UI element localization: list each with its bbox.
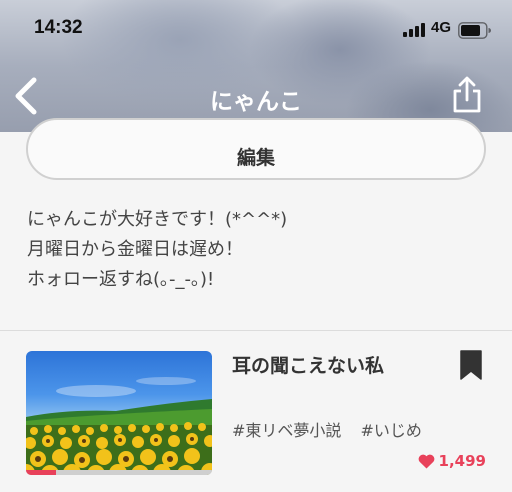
like-count-value: 1,499 <box>438 452 486 470</box>
edit-profile-button[interactable]: 編集 <box>26 118 486 180</box>
status-time: 14:32 <box>34 17 83 38</box>
story-thumbnail[interactable] <box>26 351 212 475</box>
bio-line: にゃんこが大好きです！(*^^*) <box>27 209 288 230</box>
profile-bio: にゃんこが大好きです！(*^^*) 月曜日から金曜日は遅め！ ホォロー返すね(｡… <box>27 205 287 295</box>
story-title[interactable]: 耳の聞こえない私 <box>232 351 384 378</box>
blurred-header: 14:32 4G にゃんこ <box>0 0 512 132</box>
tag-link[interactable]: #東リベ夢小説 <box>232 421 341 440</box>
story-tags: #東リベ夢小説 #いじめ <box>232 417 436 441</box>
share-icon[interactable] <box>450 76 484 114</box>
sunflower-field-image <box>26 377 212 475</box>
bio-line: 月曜日から金曜日は遅め！ <box>27 239 243 260</box>
like-count[interactable]: 1,499 <box>418 452 486 470</box>
read-progress-fill <box>26 470 56 475</box>
read-progress-bar <box>26 470 212 475</box>
story-card[interactable]: 耳の聞こえない私 #東リベ夢小説 #いじめ 1,499 <box>0 331 512 492</box>
network-type: 4G <box>431 19 452 36</box>
page-title: にゃんこ <box>210 89 302 115</box>
bookmark-icon[interactable] <box>458 349 484 381</box>
battery-icon <box>458 22 491 39</box>
bio-line: ホォロー返すね(｡-_-｡)! <box>27 269 215 290</box>
signal-icon <box>403 23 427 37</box>
status-bar: 14:32 4G <box>0 0 512 62</box>
heart-icon <box>418 454 434 468</box>
tag-link[interactable]: #いじめ <box>361 421 422 440</box>
